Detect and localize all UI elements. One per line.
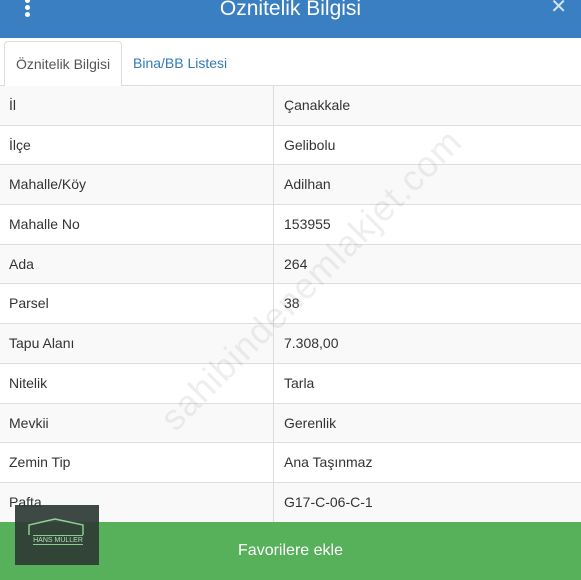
attribute-table: İl Çanakkale İlçe Gelibolu Mahalle/Köy A… — [0, 86, 581, 523]
table-row: İlçe Gelibolu — [0, 125, 581, 166]
row-value: Adilhan — [284, 176, 331, 193]
row-value: Ana Taşınmaz — [284, 454, 373, 471]
column-divider — [273, 284, 274, 324]
row-label: İlçe — [9, 136, 31, 153]
table-row: Mevkii Gerenlik — [0, 403, 581, 444]
row-label: Zemin Tip — [9, 454, 71, 471]
row-value: Tarla — [284, 374, 315, 391]
tab-oznitelik-bilgisi[interactable]: Öznitelik Bilgisi — [4, 41, 123, 87]
row-label: Ada — [9, 255, 34, 272]
row-value: 264 — [284, 255, 308, 272]
table-row: Parsel 38 — [0, 284, 581, 325]
close-icon[interactable]: ✕ — [550, 0, 567, 19]
row-label: İl — [9, 97, 16, 113]
table-row: Zemin Tip Ana Taşınmaz — [0, 443, 581, 483]
column-divider — [273, 86, 274, 125]
tab-bina-bb-listesi[interactable]: Bina/BB Listesi — [122, 41, 238, 86]
column-divider — [273, 363, 274, 403]
row-label: Nitelik — [9, 374, 48, 391]
table-row: Nitelik Tarla — [0, 363, 581, 404]
row-label: Mahalle/Köy — [9, 176, 87, 193]
table-row: Ada 264 — [0, 244, 581, 285]
row-value: Çanakkale — [284, 97, 351, 113]
row-value: Gelibolu — [284, 136, 336, 153]
logo: HANS MÜLLER — [15, 505, 99, 565]
column-divider — [273, 324, 274, 363]
table-row: Tapu Alanı 7.308,00 — [0, 324, 581, 364]
table-row: Mahalle No 153955 — [0, 205, 581, 245]
house-logo-icon — [28, 518, 84, 535]
row-value: G17-C-06-C-1 — [284, 493, 373, 510]
column-divider — [273, 165, 274, 205]
row-value: 153955 — [284, 216, 331, 233]
column-divider — [273, 205, 274, 244]
tab-bar: Öznitelik Bilgisi Bina/BB Listesi — [0, 38, 581, 87]
column-divider — [273, 125, 274, 165]
row-value: Gerenlik — [284, 414, 337, 431]
header-bar: Öznitelik Bilgisi ✕ — [0, 0, 581, 38]
row-label: Parsel — [9, 295, 49, 312]
row-value: 38 — [284, 295, 300, 312]
row-label: Tapu Alanı — [9, 335, 75, 352]
dialog-title: Öznitelik Bilgisi — [219, 0, 362, 20]
column-divider — [273, 482, 274, 522]
column-divider — [273, 403, 274, 443]
row-label: Mevkii — [9, 414, 49, 431]
table-row: Mahalle/Köy Adilhan — [0, 165, 581, 206]
row-label: Mahalle No — [9, 216, 80, 233]
table-row: İl Çanakkale — [0, 86, 581, 126]
column-divider — [273, 443, 274, 482]
logo-text: HANS MÜLLER — [33, 535, 83, 545]
column-divider — [273, 244, 274, 284]
row-value: 7.308,00 — [284, 335, 339, 352]
